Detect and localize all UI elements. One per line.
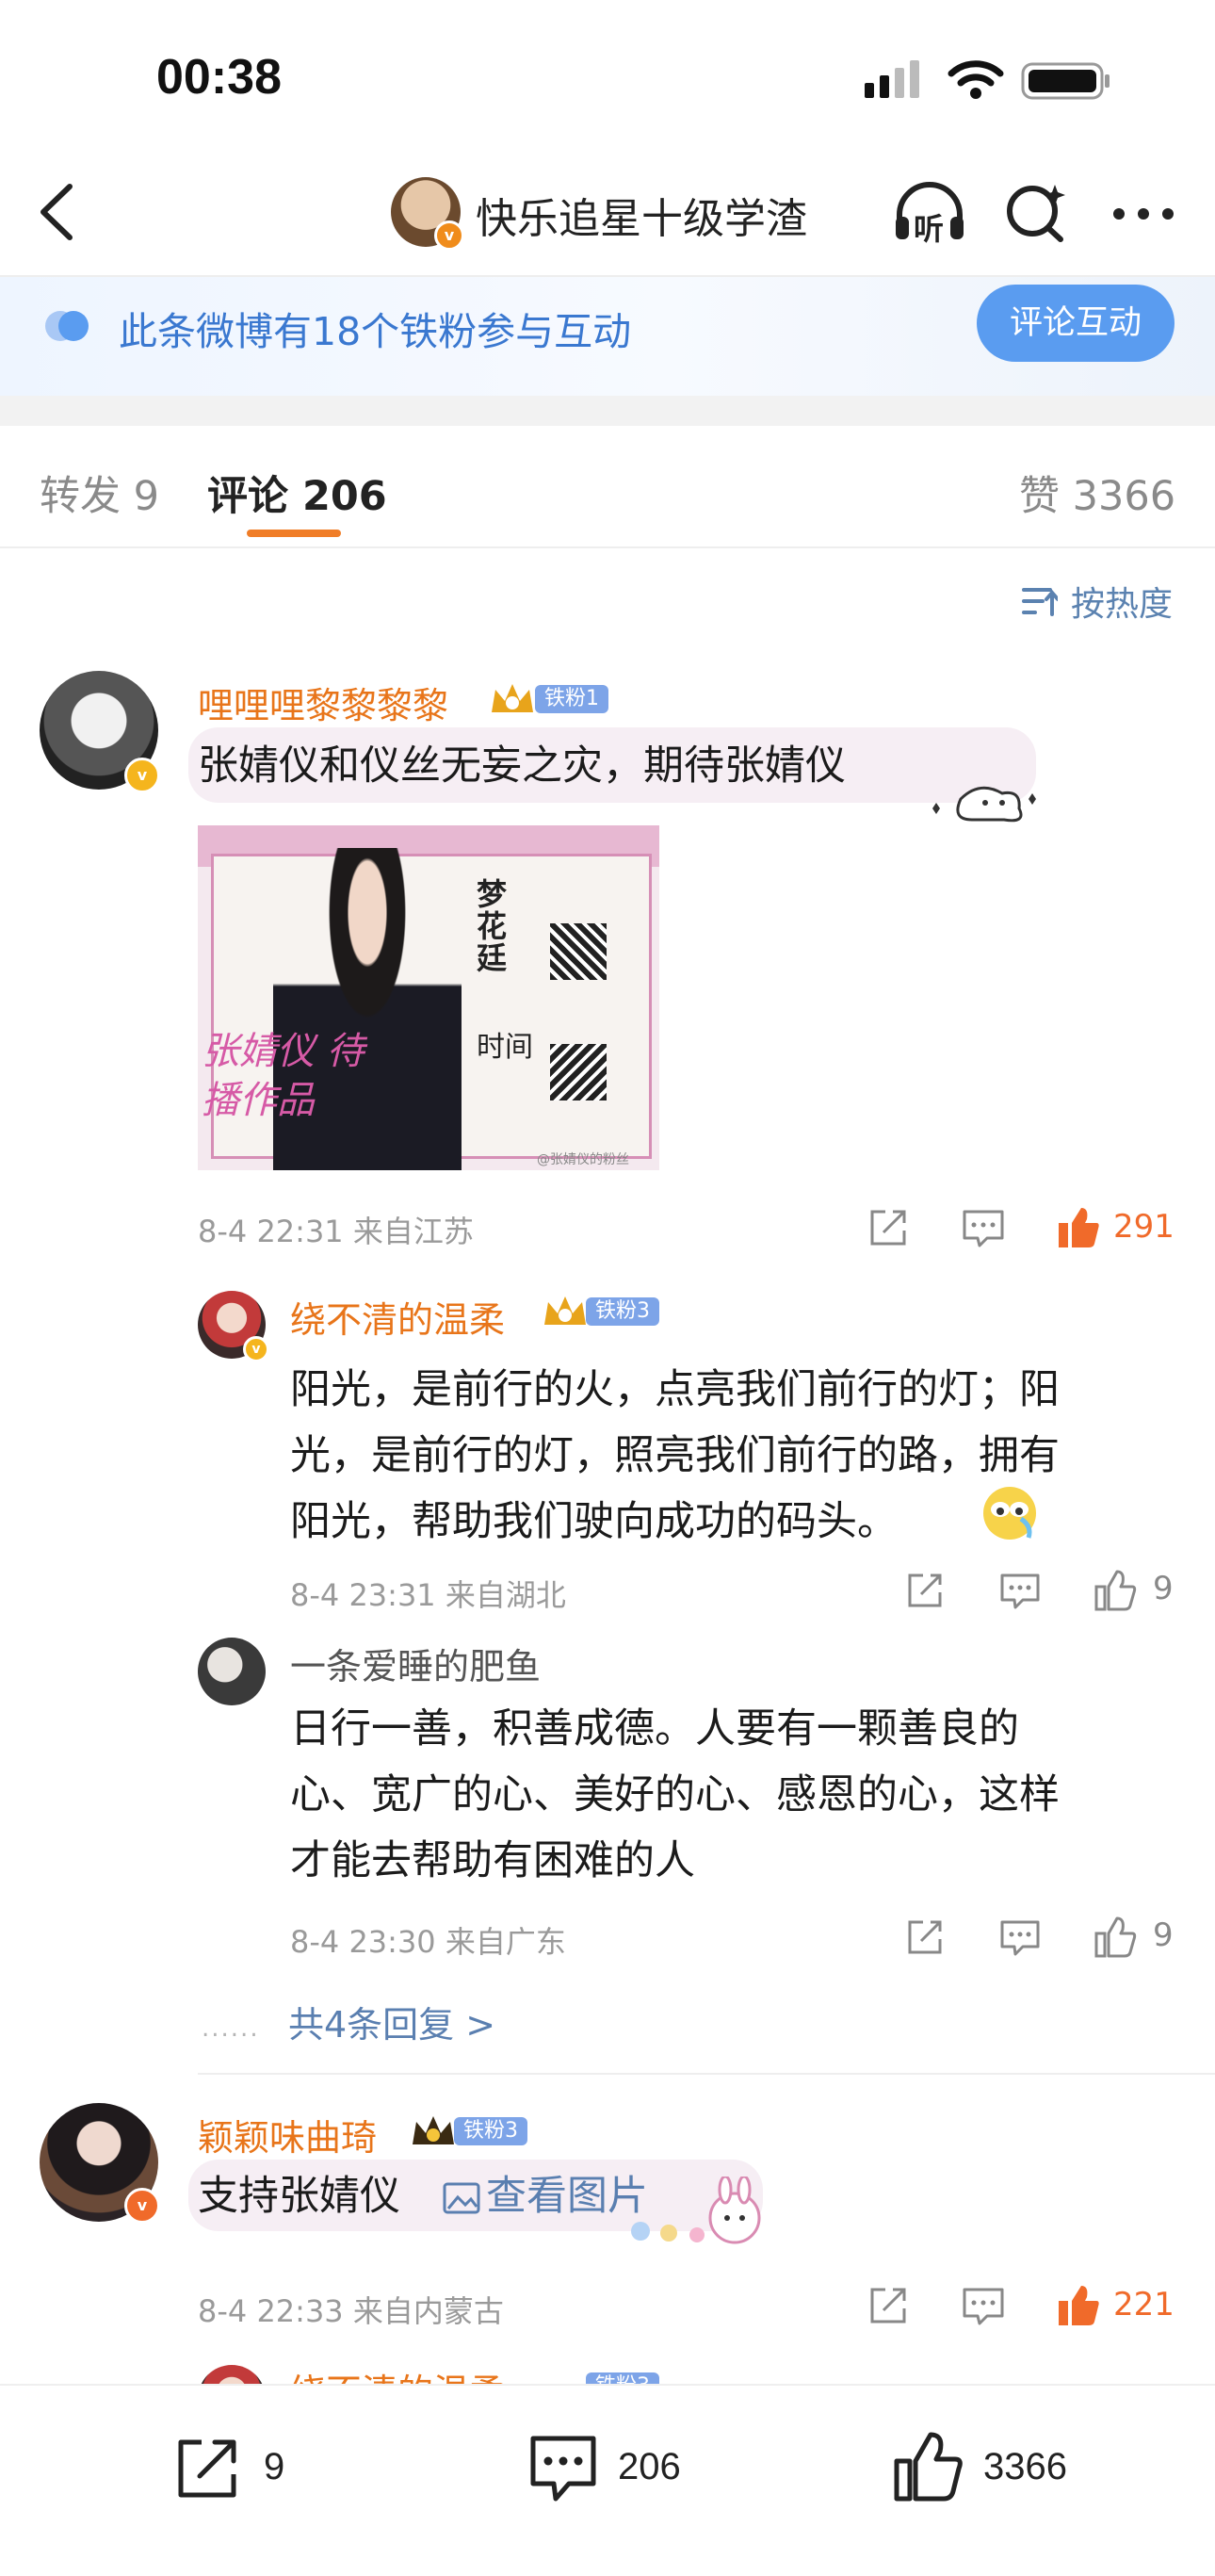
reply-user-name[interactable]: 绕不清的温柔 [290,1291,505,1343]
crown-icon [541,1293,590,1330]
commenter-name[interactable]: 颖颖味曲琦 [198,2109,377,2160]
reply-text-line: 日行一善，积善成德。人要有一颗善良的 [290,1705,1019,1753]
sticker-icon [923,761,1045,827]
bottom-like-button[interactable]: 3366 [891,2429,1117,2514]
bottom-repost-button[interactable]: 9 [173,2431,333,2506]
image-watermark: @张婧仪的粉丝 [537,1152,629,1167]
like-count: 9 [1153,1916,1174,1954]
reply-icon[interactable] [998,1572,1042,1611]
thumbs-up-icon [1059,1208,1099,1247]
reply-text-line: 阳光，是前行的火，点亮我们前行的灯；阳 [290,1366,1060,1413]
reply-icon[interactable] [961,2286,1006,2327]
comment-text: 张婧仪和仪丝无妄之灾，期待张婧仪 [198,742,846,790]
dotted-leader: ...... [202,2014,260,2043]
cellular-signal-icon [863,58,921,100]
thumbs-up-icon [1059,2286,1099,2325]
comment-meta: 8-4 22:33 来自内蒙古 [198,2293,504,2329]
sort-button[interactable]: 按热度 [1022,577,1182,624]
reply-text-line: 阳光，帮助我们驶向成功的码头。 [290,1498,898,1545]
bottom-comment-count: 206 [618,2446,681,2487]
sort-icon [1022,588,1058,616]
more-icon[interactable] [1110,200,1177,228]
bunny-sticker-icon [622,2175,772,2252]
repost-icon [178,2439,236,2498]
crown-icon [409,2112,458,2150]
image-title-2: 时间 [477,1031,533,1064]
author-name[interactable]: 快乐追星十级学渣 [476,185,807,245]
reply-text-line: 心、宽广的心、美好的心、感恩的心，这样 [290,1771,1060,1818]
share-icon[interactable] [867,2284,910,2327]
reply-meta: 8-4 23:30 来自广东 [290,1924,566,1960]
share-icon[interactable] [904,1916,946,1958]
commenter-name[interactable]: 哩哩哩黎黎黎黎 [198,677,448,728]
reply-text-line: 才能去帮助有困难的人 [290,1837,695,1884]
iron-fans-icon [41,307,98,345]
thumbs-up-icon [1094,1916,1137,1958]
qr-code-2 [550,1044,607,1101]
active-tab-indicator [247,530,341,537]
verified-badge-icon: v [434,220,464,251]
thumbs-up-icon [1094,1570,1137,1611]
iron-fans-text: 此条微博有18个铁粉参与互动 [119,309,632,354]
tab-repost[interactable]: 转发 9 [40,464,159,522]
like-count: 221 [1113,2286,1174,2323]
reply-meta: 8-4 23:31 来自湖北 [290,1577,566,1613]
search-icon[interactable] [1002,179,1070,247]
reply-icon[interactable] [961,1208,1006,1249]
share-icon[interactable] [904,1570,946,1611]
battery-icon [1021,60,1111,102]
fan-badge: 铁粉3 [586,1297,659,1326]
back-button[interactable] [28,179,85,245]
thumbs-up-icon [894,2432,963,2502]
reply-user-name[interactable]: 一条爱睡的肥鱼 [290,1638,541,1689]
like-count: 9 [1153,1570,1174,1607]
comment-image[interactable]: 梦花廷 时间 张婧仪 待播作品 @张婧仪的粉丝 [198,825,659,1170]
comment-interact-button[interactable]: 评论互动 [977,285,1174,362]
like-button[interactable]: 291 [1055,1202,1187,1251]
comment-icon [530,2436,596,2502]
bottom-repost-count: 9 [264,2446,285,2487]
qr-code-1 [550,923,607,980]
bottom-comment-button[interactable]: 206 [527,2431,735,2516]
image-title-1: 梦花廷 [477,876,508,976]
listen-button[interactable]: 听 [890,177,969,247]
crown-icon [488,680,537,718]
image-icon [443,2182,480,2214]
verified-badge-icon: v [124,2188,160,2224]
reply-icon[interactable] [998,1918,1042,1958]
like-button[interactable]: 221 [1055,2280,1187,2329]
share-icon[interactable] [867,1206,910,1249]
comment-divider [198,2073,1215,2075]
sort-label: 按热度 [1071,585,1174,624]
fan-badge: 铁粉1 [535,685,608,713]
verified-badge-icon: v [124,758,160,793]
listen-label: 听 [914,211,945,247]
comment-meta: 8-4 22:31 来自江苏 [198,1214,474,1249]
like-button[interactable]: 9 [1093,1913,1187,1960]
image-overlay-text: 张婧仪 待播作品 [202,1030,364,1122]
wifi-icon [948,58,1004,100]
tabs-divider [0,546,1215,548]
verified-badge-icon: v [243,1336,269,1362]
tab-comments[interactable]: 评论 206 [207,464,387,522]
section-separator [0,396,1215,426]
reply-avatar[interactable] [198,1638,266,1705]
reply-text-line: 光，是前行的灯，照亮我们前行的路，拥有 [290,1432,1060,1479]
comment-text: 支持张婧仪 [198,2173,400,2220]
status-time: 00:38 [156,50,282,105]
bottom-like-count: 3366 [983,2446,1067,2487]
view-all-replies-link[interactable]: 共4条回复 > [288,1996,495,2047]
fan-badge: 铁粉3 [454,2117,527,2145]
emoji-icon [980,1483,1040,1543]
like-button[interactable]: 9 [1093,1566,1187,1613]
tab-likes[interactable]: 赞 3366 [1019,464,1175,522]
author-avatar[interactable]: v [391,177,464,251]
like-count: 291 [1113,1208,1174,1246]
